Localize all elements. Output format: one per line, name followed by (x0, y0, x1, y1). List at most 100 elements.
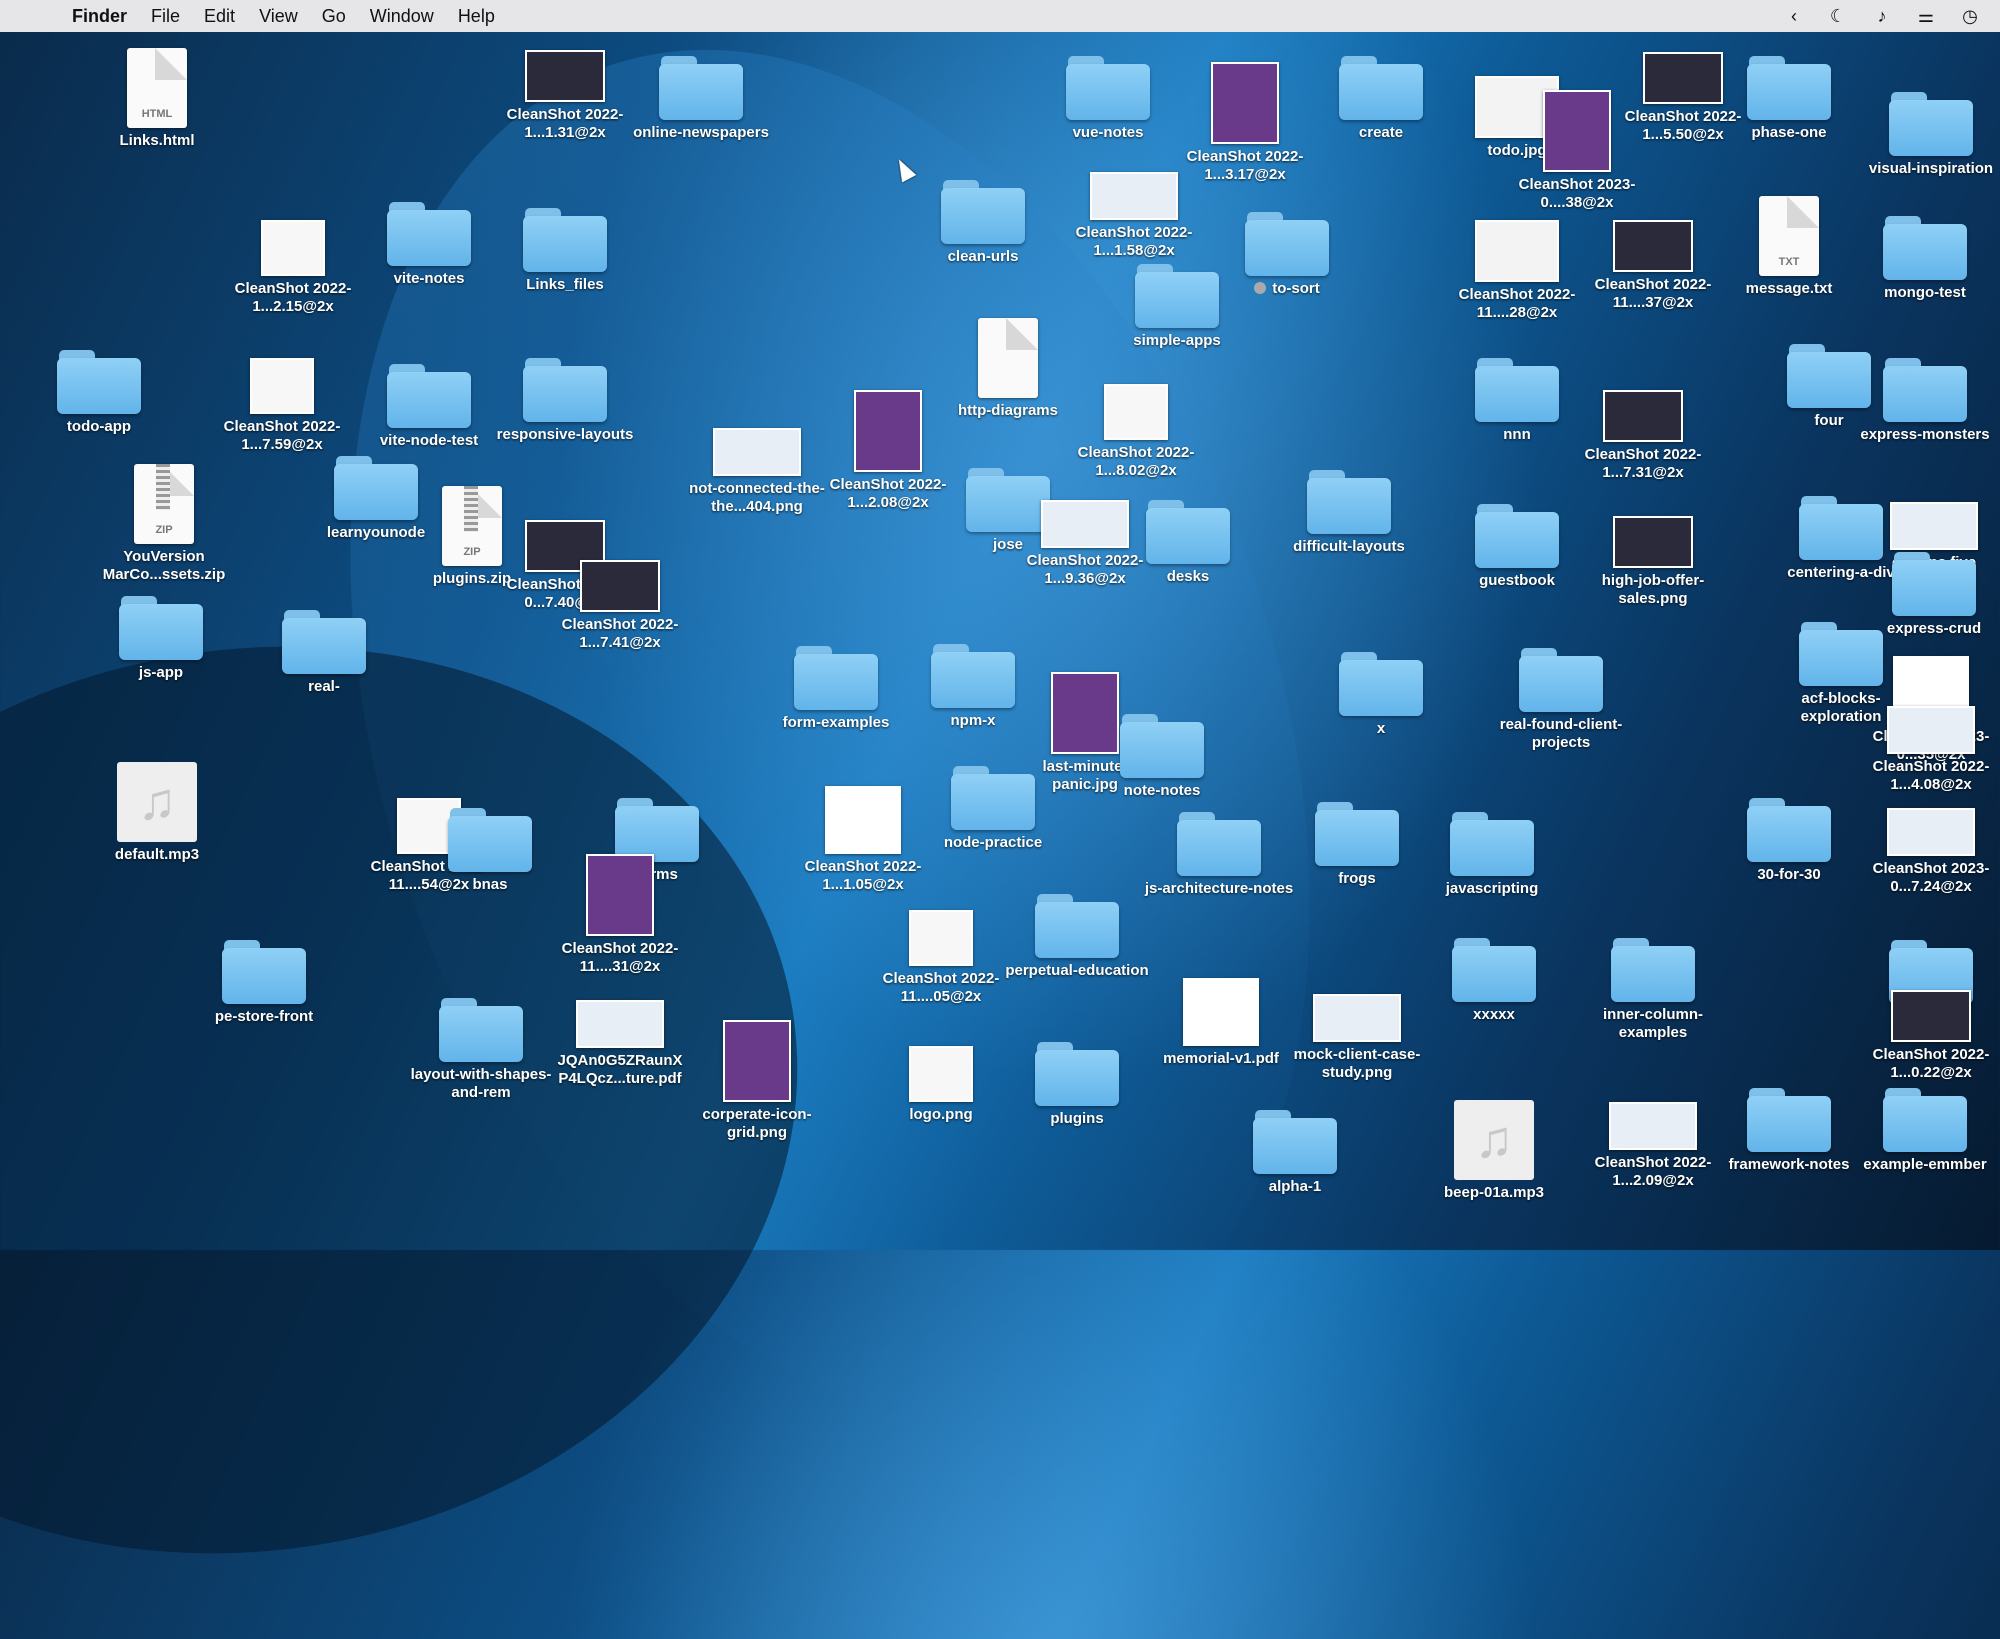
desktop-item-cleanshot-2022-1-4-08-2x[interactable]: CleanShot 2022-1...4.08@2x (1856, 706, 2000, 794)
desktop-item-online-newspapers[interactable]: online-newspapers (626, 56, 776, 142)
desktop-item-cleanshot-2022-1-1-58-2x[interactable]: CleanShot 2022-1...1.58@2x (1059, 172, 1209, 260)
desktop-item-vue-notes[interactable]: vue-notes (1033, 56, 1183, 142)
desktop-item-label: javascripting (1445, 880, 1539, 897)
desktop-item-frogs[interactable]: frogs (1282, 802, 1432, 888)
desktop-item-cleanshot-2022-11-37-2x[interactable]: CleanShot 2022-11....37@2x (1578, 220, 1728, 312)
desktop-item-perpetual-education[interactable]: perpetual-education (1002, 894, 1152, 980)
folder-icon (1146, 500, 1230, 564)
desktop-item-xxxxx[interactable]: xxxxx (1419, 938, 1569, 1024)
tag-dot-icon (1254, 282, 1267, 294)
desktop-item-label: todo-app (66, 418, 132, 435)
folder-icon (659, 56, 743, 120)
desktop-item-create[interactable]: create (1306, 56, 1456, 142)
desktop-item-cleanshot-2022-11-31-2x[interactable]: CleanShot 2022-11....31@2x (545, 854, 695, 976)
desktop-item-todo-app[interactable]: todo-app (24, 350, 174, 436)
desktop-item-x[interactable]: x (1306, 652, 1456, 738)
clock-icon[interactable]: ◷ (1958, 6, 1982, 27)
desktop-item-cleanshot-2022-1-1-31-2x[interactable]: CleanShot 2022-1...1.31@2x (490, 50, 640, 142)
desktop-item-default-mp3[interactable]: ♫ default.mp3 (82, 762, 232, 864)
desktop-item-express-monsters[interactable]: express-monsters (1850, 358, 2000, 444)
desktop-item-jqan0g5zraunx-p4lqcz-ture-pdf[interactable]: JQAn0G5ZRaunX P4LQcz...ture.pdf (545, 1000, 695, 1088)
menu-file[interactable]: File (151, 6, 180, 27)
desktop-item-guestbook[interactable]: guestbook (1442, 504, 1592, 590)
chevron-left-icon[interactable]: ‹ (1782, 6, 1806, 27)
control-center-icon[interactable]: ⚌ (1914, 6, 1938, 27)
desktop-item-high-job-offer-sales-png[interactable]: high-job-offer-sales.png (1578, 516, 1728, 608)
moon-icon[interactable]: ☾ (1826, 6, 1850, 27)
desktop-item-real-found-client-projects[interactable]: real-found-client-projects (1486, 648, 1636, 752)
desktop-item-pe-store-front[interactable]: pe-store-front (189, 940, 339, 1026)
desktop-item-not-connected-the-the-404-png[interactable]: not-connected-the-the...404.png (682, 428, 832, 516)
desktop-item-beep-01a-mp3[interactable]: ♫ beep-01a.mp3 (1419, 1100, 1569, 1202)
desktop-item-cleanshot-2022-1-1-05-2x[interactable]: CleanShot 2022-1...1.05@2x (788, 786, 938, 894)
desktop-item-cleanshot-2022-1-7-41-2x[interactable]: CleanShot 2022-1...7.41@2x (545, 560, 695, 652)
desktop-item-links-html[interactable]: HTML Links.html (82, 48, 232, 150)
desktop-item-cleanshot-2023-0-7-24-2x[interactable]: CleanShot 2023-0...7.24@2x (1856, 808, 2000, 896)
desktop-item-label: CleanShot 2022-1...7.59@2x (223, 418, 341, 453)
desktop-item-plugins[interactable]: plugins (1002, 1042, 1152, 1128)
desktop-item-visual-inspiration[interactable]: visual-inspiration (1856, 92, 2000, 178)
desktop-item-clean-urls[interactable]: clean-urls (908, 180, 1058, 266)
desktop-item-javascripting[interactable]: javascripting (1417, 812, 1567, 898)
desktop-item-node-practice[interactable]: node-practice (918, 766, 1068, 852)
image-thumbnail-icon (1475, 220, 1559, 282)
desktop-item-links-files[interactable]: Links_files (490, 208, 640, 294)
desktop-item-message-txt[interactable]: TXT message.txt (1714, 196, 1864, 298)
desktop-item-cleanshot-2023-0-38-2x[interactable]: CleanShot 2023-0....38@2x (1502, 90, 1652, 212)
desktop-item-responsive-layouts[interactable]: responsive-layouts (490, 358, 640, 444)
desktop-item-js-architecture-notes[interactable]: js-architecture-notes (1144, 812, 1294, 898)
desktop-item-desks[interactable]: desks (1113, 500, 1263, 586)
menu-window[interactable]: Window (370, 6, 434, 27)
desktop-item-vite-node-test[interactable]: vite-node-test (354, 364, 504, 450)
desktop-item-phase-one[interactable]: phase-one (1714, 56, 1864, 142)
menu-go[interactable]: Go (322, 6, 346, 27)
folder-icon (282, 610, 366, 674)
image-thumbnail-icon (580, 560, 660, 612)
desktop-item-label: perpetual-education (1005, 962, 1149, 979)
desktop-item-bnas[interactable]: bnas (415, 808, 565, 894)
desktop-item-cleanshot-2022-11-05-2x[interactable]: CleanShot 2022-11....05@2x (866, 910, 1016, 1006)
desktop-item-real[interactable]: real- (249, 610, 399, 696)
desktop-item-vite-notes[interactable]: vite-notes (354, 202, 504, 288)
menu-finder[interactable]: Finder (72, 6, 127, 27)
desktop-item-memorial-v1-pdf[interactable]: memorial-v1.pdf (1146, 978, 1296, 1068)
desktop-item-js-app[interactable]: js-app (86, 596, 236, 682)
menu-bar: Finder File Edit View Go Window Help ‹ ☾… (0, 0, 2000, 32)
desktop-item-label: 30-for-30 (1757, 866, 1821, 883)
desktop-item-label: alpha-1 (1268, 1178, 1322, 1195)
desktop-item-cleanshot-2022-1-7-31-2x[interactable]: CleanShot 2022-1...7.31@2x (1568, 390, 1718, 482)
audio-file-icon: ♫ (1454, 1100, 1534, 1180)
volume-icon[interactable]: ♪ (1870, 6, 1894, 27)
desktop-item-logo-png[interactable]: logo.png (866, 1046, 1016, 1124)
desktop-item-simple-apps[interactable]: simple-apps (1102, 264, 1252, 350)
desktop-item-inner-column-examples[interactable]: inner-column-examples (1578, 938, 1728, 1042)
desktop-item-label: CleanShot 2022-1...1.31@2x (506, 106, 624, 141)
desktop-item-label: memorial-v1.pdf (1163, 1050, 1279, 1067)
menu-edit[interactable]: Edit (204, 6, 235, 27)
desktop-item-alpha-1[interactable]: alpha-1 (1220, 1110, 1370, 1196)
desktop-item-framework-notes[interactable]: framework-notes (1714, 1088, 1864, 1174)
desktop-item-form-examples[interactable]: form-examples (761, 646, 911, 732)
desktop-item-cleanshot-2022-1-2-15-2x[interactable]: CleanShot 2022-1...2.15@2x (218, 220, 368, 316)
desktop-item-example-emmber[interactable]: example-emmber (1850, 1088, 2000, 1174)
folder-icon (119, 596, 203, 660)
desktop-item-30-for-30[interactable]: 30-for-30 (1714, 798, 1864, 884)
menu-view[interactable]: View (259, 6, 298, 27)
desktop-item-cleanshot-2022-11-28-2x[interactable]: CleanShot 2022-11....28@2x (1442, 220, 1592, 322)
desktop-item-mock-client-case-study-png[interactable]: mock-client-case-study.png (1282, 994, 1432, 1082)
desktop-item-youversion-marco-ssets-zip[interactable]: ZIP YouVersion MarCo...ssets.zip (89, 464, 239, 584)
desktop-item-cleanshot-2022-1-7-59-2x[interactable]: CleanShot 2022-1...7.59@2x (207, 358, 357, 454)
menu-help[interactable]: Help (458, 6, 495, 27)
desktop-item-mongo-test[interactable]: mongo-test (1850, 216, 2000, 302)
desktop-item-cleanshot-2022-1-3-17-2x[interactable]: CleanShot 2022-1...3.17@2x (1170, 62, 1320, 184)
image-thumbnail-icon (1313, 994, 1401, 1042)
desktop-item-label: message.txt (1745, 280, 1833, 297)
desktop-item-difficult-layouts[interactable]: difficult-layouts (1274, 470, 1424, 556)
desktop-item-cleanshot-2022-1-8-02-2x[interactable]: CleanShot 2022-1...8.02@2x (1061, 384, 1211, 480)
desktop-item-layout-with-shapes-and-rem[interactable]: layout-with-shapes-and-rem (406, 998, 556, 1102)
folder-icon (1245, 212, 1329, 276)
desktop-item-cleanshot-2022-1-0-22-2x[interactable]: CleanShot 2022-1...0.22@2x (1856, 990, 2000, 1082)
desktop-item-corperate-icon-grid-png[interactable]: corperate-icon-grid.png (682, 1020, 832, 1142)
desktop-item-cleanshot-2022-1-2-09-2x[interactable]: CleanShot 2022-1...2.09@2x (1578, 1102, 1728, 1190)
desktop-item-note-notes[interactable]: note-notes (1087, 714, 1237, 800)
